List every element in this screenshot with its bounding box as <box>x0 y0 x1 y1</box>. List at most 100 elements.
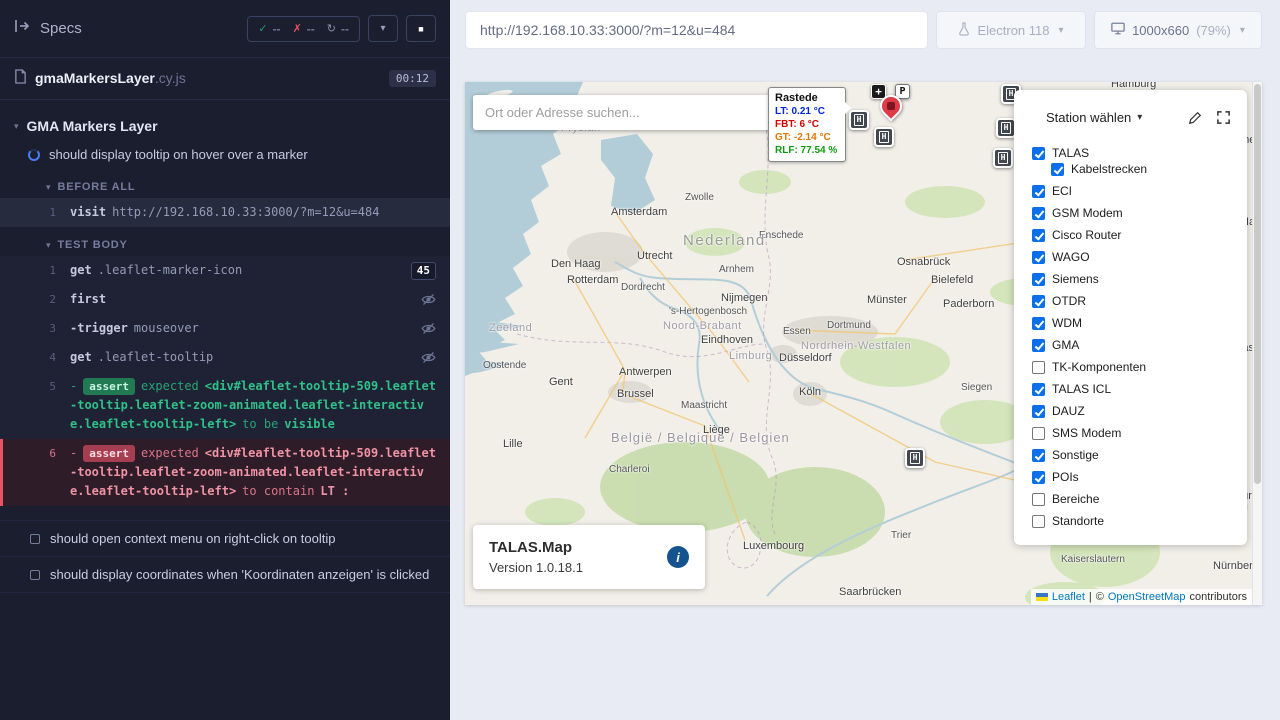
checkbox-box <box>1032 339 1045 352</box>
viewport-select[interactable]: 1000x660 (79%) ▾ <box>1094 11 1262 49</box>
suite-row[interactable]: ▾ GMA Markers Layer <box>0 112 450 140</box>
station-filter-item[interactable]: ECI <box>1032 180 1247 202</box>
command-row[interactable]: 5 -assertexpected<div#leaflet-tooltip-50… <box>0 372 450 439</box>
map-scrollbar[interactable] <box>1252 82 1262 605</box>
marker-glyph: P <box>899 87 905 97</box>
station-filter-label: Standorte <box>1052 514 1104 528</box>
pending-test-row[interactable]: should open context menu on right-click … <box>0 520 450 556</box>
command-arg: .leaflet-tooltip <box>98 350 214 364</box>
pending-stat: ↻-- <box>327 22 349 36</box>
map-marker[interactable]: H <box>849 110 869 130</box>
caret-icon: ▾ <box>14 121 19 132</box>
map-marker[interactable]: H <box>996 118 1016 138</box>
station-filter-item[interactable]: Bereiche <box>1032 488 1247 510</box>
command-row[interactable]: 2 first <box>0 285 450 314</box>
station-filter-item[interactable]: Standorte <box>1032 510 1247 532</box>
specs-title[interactable]: Specs <box>40 20 82 37</box>
map-place-label: Gent <box>549 376 573 388</box>
station-filter-item[interactable]: DAUZ <box>1032 400 1247 422</box>
map-attribution: Leaflet | © OpenStreetMap contributors <box>1031 589 1252 605</box>
caret-icon: ▾ <box>46 240 51 251</box>
info-icon[interactable]: i <box>667 546 689 568</box>
command-arg: mouseover <box>134 321 199 335</box>
map-search-input[interactable] <box>473 95 779 130</box>
checkbox-box <box>1032 471 1045 484</box>
map-marker[interactable]: H <box>874 127 894 147</box>
station-filter-item[interactable]: GMA <box>1032 334 1247 356</box>
tooltip-value-row: LT: 0.21 °C <box>775 105 839 118</box>
station-filter-item[interactable]: OTDR <box>1032 290 1247 312</box>
station-filter-label: TK-Komponenten <box>1052 360 1146 374</box>
stop-run-button[interactable]: ■ <box>406 15 436 42</box>
collapse-all-button[interactable]: ▾ <box>368 15 398 42</box>
spec-timer: 00:12 <box>389 70 436 87</box>
station-filter-label: OTDR <box>1052 294 1086 308</box>
command-name: first <box>70 292 106 306</box>
station-filter-label: Cisco Router <box>1052 228 1121 242</box>
expand-icon[interactable] <box>1216 110 1231 125</box>
spec-file-row[interactable]: gmaMarkersLayer.cy.js 00:12 <box>0 58 450 100</box>
test-title: should open context menu on right-click … <box>50 531 335 546</box>
station-filter-item[interactable]: SMS Modem <box>1032 422 1247 444</box>
leaflet-map[interactable]: Hamburg Bremen Oldenburg Groningen Frysl… <box>465 82 1262 605</box>
map-place-label: Bielefeld <box>931 274 973 286</box>
checkbox-box <box>1032 515 1045 528</box>
hidden-element-icon <box>421 290 436 306</box>
leaflet-link[interactable]: Leaflet <box>1052 591 1085 603</box>
command-row[interactable]: 3 -triggermouseover <box>0 314 450 343</box>
station-filter-label: ECI <box>1052 184 1072 198</box>
browser-select[interactable]: Electron 118 ▾ <box>936 11 1086 49</box>
station-filter-item[interactable]: GSM Modem <box>1032 202 1247 224</box>
command-row[interactable]: 6 -assertexpected<div#leaflet-tooltip-50… <box>0 439 450 506</box>
command-row[interactable]: 1 visithttp://192.168.10.33:3000/?m=12&u… <box>0 198 450 227</box>
pending-test-row[interactable]: should display coordinates when 'Koordin… <box>0 556 450 592</box>
checkbox-box <box>1032 185 1045 198</box>
station-filter-item[interactable]: Kabelstrecken <box>1032 158 1247 180</box>
map-place-label: Dordrecht <box>621 282 665 293</box>
station-filter-item[interactable]: Siemens <box>1032 268 1247 290</box>
map-place-label: Zeeland <box>489 322 532 334</box>
before-all-section[interactable]: ▾ BEFORE ALL <box>0 169 450 198</box>
station-filter-item[interactable]: TK-Komponenten <box>1032 356 1247 378</box>
station-filter-label: Sonstige <box>1052 448 1099 462</box>
station-filter-item[interactable]: Sonstige <box>1032 444 1247 466</box>
station-filter-item[interactable]: POIs <box>1032 466 1247 488</box>
monitor-icon <box>1111 22 1125 38</box>
map-place-label: Siegen <box>961 382 992 393</box>
station-select-dropdown[interactable]: Station wählen ▾ <box>1046 110 1142 125</box>
viewport-size: 1000x660 <box>1132 23 1189 38</box>
edit-icon[interactable] <box>1188 111 1202 125</box>
station-filter-label: TALAS ICL <box>1052 382 1111 396</box>
station-filter-item[interactable]: WAGO <box>1032 246 1247 268</box>
station-filter-item[interactable]: Cisco Router <box>1032 224 1247 246</box>
stop-icon: ■ <box>418 24 423 34</box>
chevron-down-icon: ▾ <box>1059 25 1064 36</box>
station-filter-item[interactable]: TALAS ICL <box>1032 378 1247 400</box>
station-filter-label: SMS Modem <box>1052 426 1121 440</box>
map-place-label: Den Haag <box>551 258 601 270</box>
failed-stat: ✗-- <box>293 22 315 36</box>
map-place-label: Rotterdam <box>567 274 618 286</box>
station-filter-label: GMA <box>1052 338 1079 352</box>
command-row[interactable]: 4 get.leaflet-tooltip <box>0 343 450 372</box>
osm-link[interactable]: OpenStreetMap <box>1108 591 1186 603</box>
command-name: get <box>70 263 92 277</box>
url-bar[interactable]: http://192.168.10.33:3000/?m=12&u=484 <box>465 11 928 49</box>
active-test-row[interactable]: should display tooltip on hover over a m… <box>0 140 450 169</box>
map-place-label: Köln <box>799 386 821 398</box>
chevron-down-icon: ▾ <box>1137 112 1142 123</box>
map-place-label: Oostende <box>483 360 526 371</box>
pending-test-icon <box>30 534 40 544</box>
station-filter-item[interactable]: WDM <box>1032 312 1247 334</box>
station-filter-label: WDM <box>1052 316 1082 330</box>
map-place-label: Nederland <box>683 232 766 249</box>
scrollbar-thumb[interactable] <box>1254 84 1261 484</box>
map-place-label: Charleroi <box>609 464 650 475</box>
test-body-section[interactable]: ▾ TEST BODY <box>0 227 450 256</box>
command-row[interactable]: 1 get.leaflet-marker-icon 45 <box>0 256 450 285</box>
collapse-sidebar-icon[interactable] <box>14 19 30 38</box>
station-filter-label: DAUZ <box>1052 404 1085 418</box>
map-marker[interactable]: H <box>993 148 1013 168</box>
hidden-element-icon <box>421 348 436 364</box>
map-marker[interactable]: H <box>905 448 925 468</box>
